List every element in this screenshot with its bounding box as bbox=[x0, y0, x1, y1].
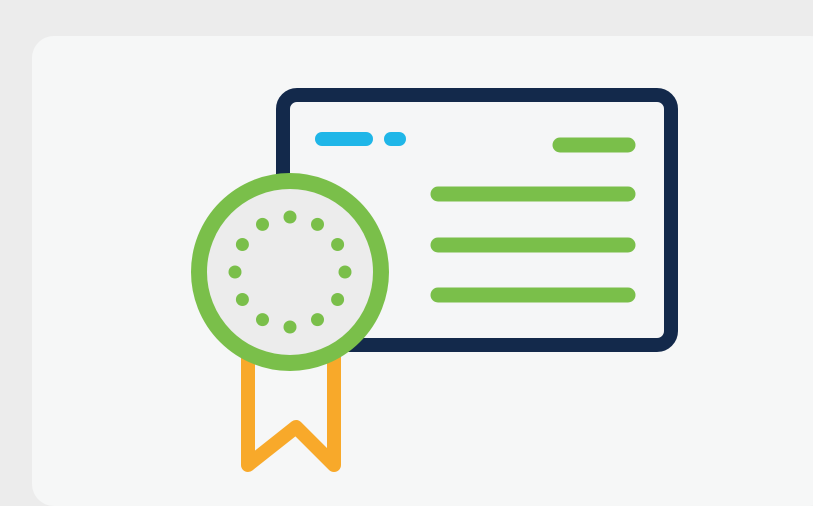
award-seal bbox=[191, 173, 389, 371]
seal-dot bbox=[283, 320, 297, 334]
seal-dot bbox=[235, 293, 249, 306]
seal-dot bbox=[235, 238, 249, 251]
seal-dot bbox=[331, 238, 345, 251]
award-ribbon bbox=[241, 348, 341, 472]
seal-dot bbox=[338, 265, 352, 279]
seal-ring bbox=[191, 173, 389, 371]
seal-dot bbox=[256, 313, 269, 327]
seal-dot bbox=[283, 210, 297, 224]
seal-dot bbox=[331, 293, 345, 306]
certificate-illustration bbox=[191, 88, 678, 472]
seal-dot bbox=[228, 265, 242, 279]
seal-dot bbox=[256, 217, 269, 231]
seal-dot bbox=[311, 217, 324, 231]
seal-dot bbox=[311, 313, 324, 327]
